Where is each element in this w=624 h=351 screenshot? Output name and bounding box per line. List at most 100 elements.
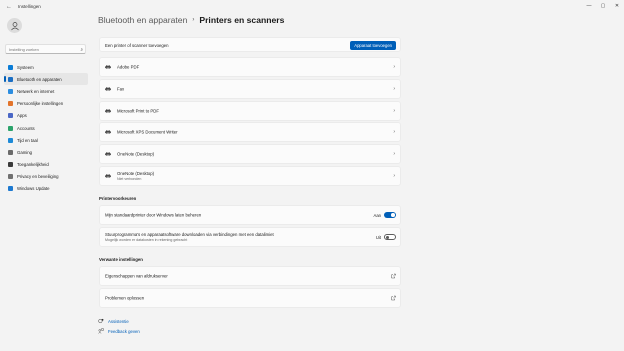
sidebar-item[interactable]: Apps: [4, 110, 88, 122]
related-heading: Verwante instellingen: [99, 257, 143, 262]
close-button[interactable]: ✕: [610, 0, 624, 11]
default-printer-toggle[interactable]: [384, 212, 396, 218]
related-setting-row[interactable]: Problemen oplossen: [99, 288, 401, 308]
clock-icon: [8, 137, 13, 143]
wifi-icon: [8, 88, 13, 94]
external-link-icon: [391, 273, 396, 279]
feedback-link[interactable]: Feedback geven: [98, 328, 140, 334]
chevron-right-icon: ›: [393, 173, 395, 179]
metered-toggle[interactable]: [384, 234, 396, 240]
printer-name: OneNote (Desktop): [117, 171, 155, 176]
default-printer-label: Mijn standaardprinter door Windows laten…: [105, 212, 202, 218]
sidebar-nav: Systeem Bluetooth en apparaten Netwerk en …: [4, 61, 88, 195]
metered-toggle-wrap: Uit: [376, 234, 396, 240]
sidebar-item-label: Apps: [17, 113, 27, 119]
printer-row[interactable]: Adobe PDF ›: [99, 57, 401, 77]
chevron-right-icon: ›: [393, 86, 395, 92]
sidebar-item[interactable]: Bluetooth en apparaten: [4, 73, 88, 86]
pen-icon: [8, 101, 13, 107]
help-link-label: Assistentie: [108, 318, 129, 324]
app-title: Instellingen: [18, 4, 41, 9]
chevron-right-icon: ›: [192, 17, 195, 23]
sidebar-item[interactable]: Toegankelijkheid: [4, 159, 88, 171]
metered-sub: Mogelijk worden er datakosten in rekenin…: [105, 238, 188, 242]
maximize-button[interactable]: ▢: [596, 0, 610, 11]
search-input[interactable]: [6, 45, 75, 53]
sidebar-item-label: Tijd en taal: [17, 137, 38, 143]
breadcrumb: Bluetooth en apparaten › Printers en sca…: [98, 15, 284, 25]
printer-icon: [105, 65, 111, 69]
sidebar-item[interactable]: Accounts: [4, 122, 88, 134]
update-icon: [8, 186, 13, 192]
printer-row[interactable]: OneNote (Desktop) Niet verbonden ›: [99, 166, 401, 186]
sidebar-item-label: Windows Update: [17, 186, 50, 192]
minimize-button[interactable]: —: [582, 0, 596, 11]
chevron-right-icon: ›: [393, 64, 395, 70]
breadcrumb-parent[interactable]: Bluetooth en apparaten: [98, 15, 187, 25]
sidebar-item[interactable]: Gaming: [4, 146, 88, 158]
sidebar-item[interactable]: Tijd en taal: [4, 134, 88, 146]
related-setting-row[interactable]: Eigenschappen van afdrukserver: [99, 266, 401, 286]
sidebar-item-label: Bluetooth en apparaten: [17, 76, 62, 82]
metered-label: Stuurprogramma's en apparaatsoftware dow…: [105, 232, 274, 237]
printer-row[interactable]: OneNote (Desktop) ›: [99, 144, 401, 164]
add-device-label: Een printer of scanner toevoegen: [105, 43, 169, 48]
sidebar-item[interactable]: Netwerk en internet: [4, 85, 88, 97]
add-device-card: Een printer of scanner toevoegen Apparaa…: [99, 37, 401, 52]
sidebar-item-label: Gaming: [17, 149, 33, 155]
default-printer-state: Aan: [373, 212, 381, 218]
back-arrow-icon[interactable]: ←: [3, 4, 15, 10]
printer-name: OneNote (Desktop): [117, 151, 155, 157]
printer-icon: [105, 87, 111, 91]
sidebar-item[interactable]: Windows Update: [4, 183, 88, 195]
title-bar: ← Instellingen — ▢ ✕: [0, 0, 624, 13]
sidebar-item-label: Systeem: [17, 64, 34, 70]
sidebar-item-label: Toegankelijkheid: [17, 162, 49, 168]
search-icon[interactable]: ⌕: [80, 47, 83, 52]
printer-prefs-heading: Printervoorkeuren: [99, 196, 137, 201]
search-box: ⌕: [5, 44, 86, 54]
accessibility-icon: [8, 162, 13, 168]
printer-name: Fax: [117, 86, 125, 92]
default-printer-setting: Mijn standaardprinter door Windows laten…: [99, 205, 401, 225]
sidebar-item[interactable]: Privacy en beveiliging: [4, 171, 88, 183]
sidebar: ⌕ Systeem Bluetooth en apparaten Netwerk e…: [0, 13, 92, 351]
printer-row[interactable]: Fax ›: [99, 79, 401, 99]
printer-icon: [105, 130, 111, 134]
apps-icon: [8, 113, 13, 119]
printer-row[interactable]: Microsoft XPS Document Writer ›: [99, 122, 401, 142]
metered-state: Uit: [375, 234, 381, 240]
printer-name: Adobe PDF: [117, 64, 140, 70]
metered-setting: Stuurprogramma's en apparaatsoftware dow…: [99, 227, 401, 247]
sidebar-item[interactable]: Persoonlijke instellingen: [4, 98, 88, 110]
window-controls: — ▢ ✕: [582, 0, 624, 11]
bluetooth-icon: [8, 76, 13, 82]
related-setting-label: Eigenschappen van afdrukserver: [105, 273, 168, 279]
printer-name: Microsoft Print to PDF: [117, 108, 160, 114]
sidebar-item[interactable]: Systeem: [4, 61, 88, 73]
printer-icon: [105, 152, 111, 156]
related-setting-label: Problemen oplossen: [105, 295, 145, 301]
sidebar-item-label: Accounts: [17, 125, 35, 131]
page-title: Printers en scanners: [199, 15, 285, 25]
sidebar-item-label: Privacy en beveiliging: [17, 174, 59, 180]
printer-name: Microsoft XPS Document Writer: [117, 129, 178, 135]
help-icon: [98, 318, 104, 324]
default-printer-toggle-wrap: Aan: [374, 212, 396, 218]
avatar[interactable]: [7, 18, 22, 33]
printer-icon: [105, 174, 111, 178]
printer-row[interactable]: Microsoft Print to PDF ›: [99, 101, 401, 121]
chevron-right-icon: ›: [393, 129, 395, 135]
person-icon: [8, 125, 13, 131]
shield-icon: [8, 174, 13, 180]
printer-status: Niet verbonden: [117, 177, 142, 181]
user-icon: [10, 21, 19, 30]
feedback-icon: [98, 328, 104, 334]
add-device-button[interactable]: Apparaat toevoegen: [350, 40, 396, 50]
feedback-link-label: Feedback geven: [108, 328, 140, 334]
help-link[interactable]: Assistentie: [98, 318, 129, 324]
monitor-icon: [8, 64, 13, 70]
gamepad-icon: [8, 149, 13, 155]
external-link-icon: [391, 295, 396, 301]
sidebar-item-label: Netwerk en internet: [17, 88, 55, 94]
